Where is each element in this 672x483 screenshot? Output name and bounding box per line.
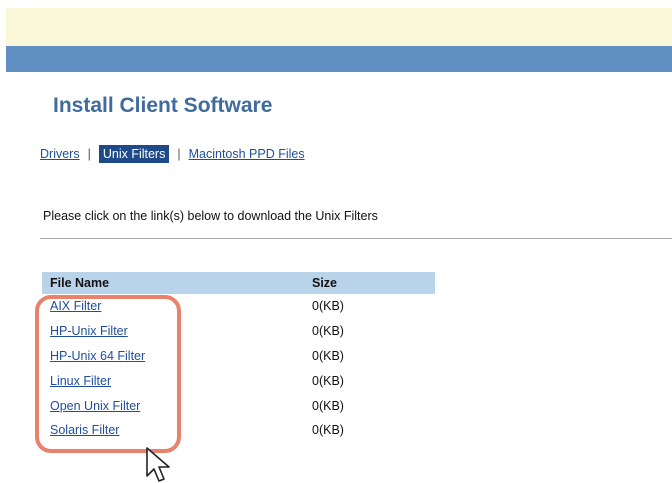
file-size: 0(KB) [312, 324, 344, 339]
table-header-row: File Name Size [42, 272, 435, 294]
file-size: 0(KB) [312, 423, 344, 438]
file-size: 0(KB) [312, 348, 344, 363]
mouse-pointer-icon [146, 447, 170, 482]
top-banner [6, 8, 672, 46]
tab-bar: Drivers | Unix Filters | Macintosh PPD F… [40, 143, 305, 165]
tab-separator: | [177, 147, 181, 161]
column-header-size: Size [302, 272, 435, 294]
tab-macintosh-ppd-files[interactable]: Macintosh PPD Files [189, 147, 305, 161]
file-size: 0(KB) [312, 299, 344, 314]
tab-separator: | [87, 147, 91, 161]
highlight-callout [35, 295, 181, 453]
page-title: Install Client Software [53, 94, 273, 117]
divider [40, 238, 672, 239]
file-size: 0(KB) [312, 398, 344, 413]
instruction-text: Please click on the link(s) below to dow… [43, 209, 378, 223]
column-header-file-name: File Name [42, 272, 302, 294]
file-size: 0(KB) [312, 373, 344, 388]
top-nav-bar [6, 46, 672, 72]
tab-unix-filters[interactable]: Unix Filters [98, 145, 170, 163]
page: Install Client Software Drivers | Unix F… [0, 0, 672, 483]
tab-drivers[interactable]: Drivers [40, 147, 80, 161]
